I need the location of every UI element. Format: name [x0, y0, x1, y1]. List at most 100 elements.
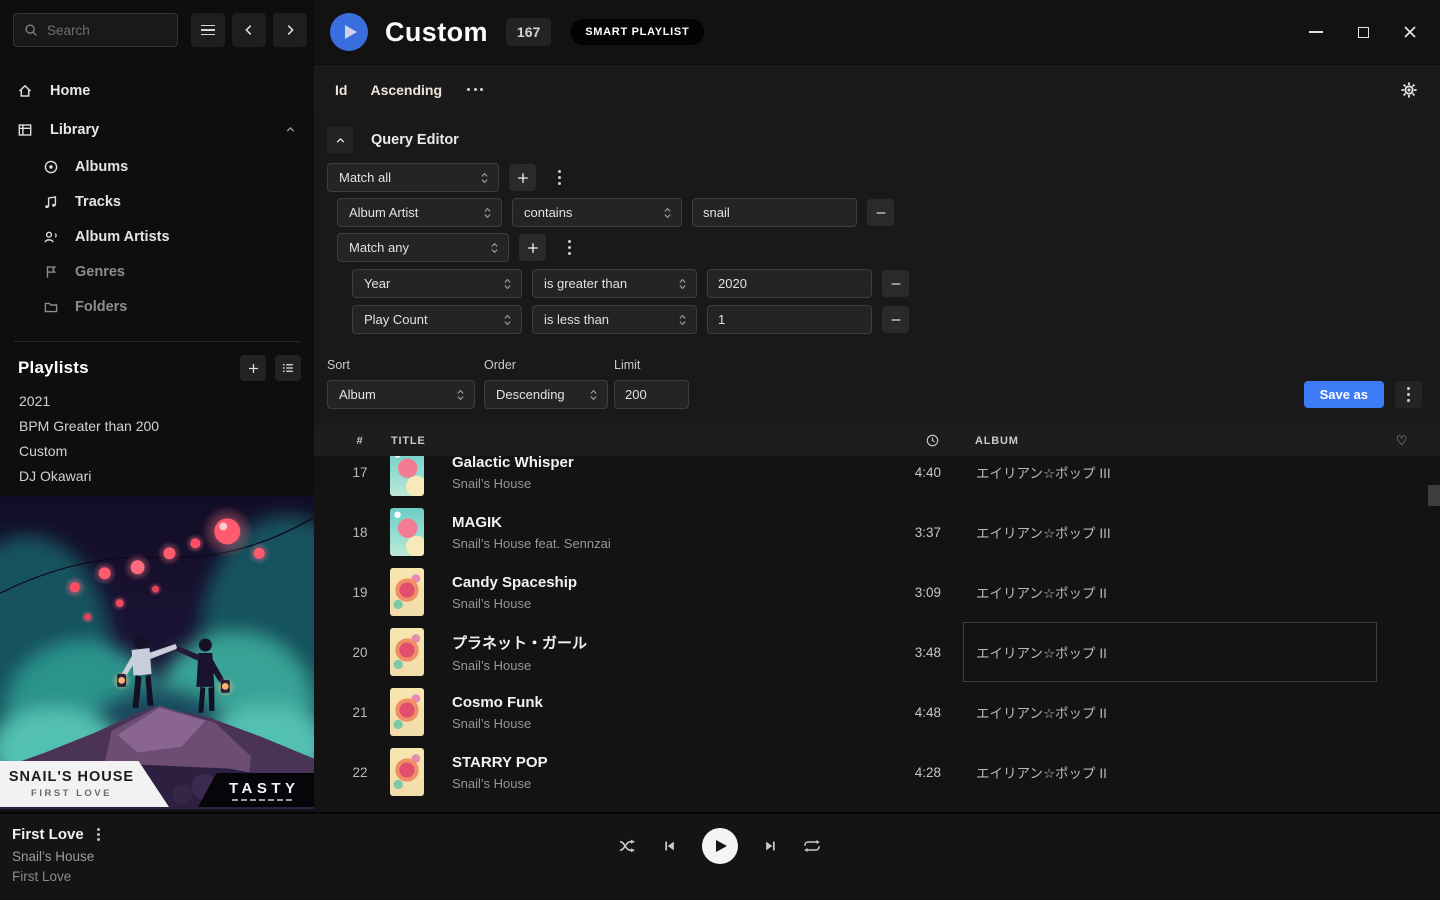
sidebar-item-home[interactable]: Home: [0, 71, 314, 110]
sidebar-item-genres[interactable]: Genres: [0, 254, 314, 289]
next-track-button[interactable]: [763, 839, 778, 853]
track-title: Galactic Whisper: [452, 456, 877, 471]
flag-icon: [43, 264, 59, 280]
updown-icon: [663, 206, 672, 220]
rule-operator-select[interactable]: is less than: [532, 305, 697, 334]
rule-field-select[interactable]: Play Count: [352, 305, 522, 334]
order-label: Order: [484, 358, 614, 372]
sidebar-item-library[interactable]: Library: [0, 110, 314, 149]
play-icon: [716, 840, 727, 852]
settings-button[interactable]: [1400, 81, 1418, 99]
track-album[interactable]: エイリアン☆ポップ II: [963, 562, 1377, 622]
add-rule-button[interactable]: [519, 234, 546, 261]
play-playlist-button[interactable]: [330, 13, 368, 51]
menu-button[interactable]: [191, 13, 225, 47]
scrollbar-thumb[interactable]: [1428, 485, 1440, 506]
order-select[interactable]: Descending: [484, 380, 608, 409]
track-duration: 3:37: [915, 525, 941, 540]
column-number[interactable]: #: [338, 435, 382, 447]
repeat-button[interactable]: [803, 839, 821, 853]
play-pause-button[interactable]: [702, 828, 738, 864]
playlist-item[interactable]: DJ Okawari: [0, 464, 314, 489]
rule-field-select[interactable]: Album Artist: [337, 198, 502, 227]
remove-rule-button[interactable]: [882, 270, 909, 297]
search-box[interactable]: [13, 13, 178, 47]
save-as-button[interactable]: Save as: [1304, 381, 1384, 408]
track-count-badge: 167: [506, 18, 551, 46]
rule-value-input[interactable]: [707, 305, 872, 334]
now-playing-album: First Love: [12, 869, 100, 884]
group-options-button[interactable]: [546, 164, 573, 191]
column-duration[interactable]: [926, 434, 939, 447]
sort-direction-button[interactable]: Ascending: [370, 82, 442, 98]
limit-input[interactable]: [614, 380, 689, 409]
limit-label: Limit: [614, 358, 640, 372]
add-rule-button[interactable]: [509, 164, 536, 191]
track-album-focused[interactable]: エイリアン☆ポップ II: [963, 622, 1377, 682]
track-row[interactable]: 17 Galactic WhisperSnail’s House 4:40 エイ…: [314, 456, 1440, 502]
track-row[interactable]: 21 Cosmo FunkSnail’s House 4:48 エイリアン☆ポッ…: [314, 682, 1440, 742]
updown-icon: [503, 277, 512, 291]
rule-operator-select[interactable]: contains: [512, 198, 682, 227]
forward-button[interactable]: [273, 13, 307, 47]
column-title[interactable]: TITLE: [382, 435, 877, 447]
smart-playlist-badge: SMART PLAYLIST: [570, 19, 704, 45]
previous-track-button[interactable]: [662, 839, 677, 853]
sidebar-item-tracks[interactable]: Tracks: [0, 184, 314, 219]
app-window: Home Library Albums Tracks Album Artists…: [0, 0, 1440, 900]
window-minimize-button[interactable]: [1308, 24, 1324, 40]
sidebar-item-albums[interactable]: Albums: [0, 149, 314, 184]
track-options-button[interactable]: [97, 833, 100, 836]
column-favorite[interactable]: ♡: [1396, 433, 1408, 449]
rule-field-select[interactable]: Year: [352, 269, 522, 298]
sidebar-item-label: Folders: [75, 299, 127, 315]
track-title: Candy Spaceship: [452, 574, 877, 591]
rule-operator-select[interactable]: is greater than: [532, 269, 697, 298]
updown-icon: [456, 388, 465, 402]
skip-next-icon: [763, 839, 778, 853]
track-row[interactable]: 22 STARRY POPSnail’s House 4:28 エイリアン☆ポッ…: [314, 742, 1440, 802]
play-icon: [345, 25, 357, 39]
add-playlist-button[interactable]: [240, 355, 266, 381]
group-options-button[interactable]: [556, 234, 583, 261]
track-duration: 3:48: [915, 645, 941, 660]
column-album[interactable]: ALBUM: [963, 435, 1377, 447]
window-maximize-button[interactable]: [1355, 24, 1371, 40]
collapse-query-editor-button[interactable]: [327, 127, 353, 153]
track-album[interactable]: エイリアン☆ポップ II: [963, 742, 1377, 802]
chevron-up-icon: [334, 134, 347, 147]
disc-icon: [43, 159, 59, 175]
album-banner-title: FIRST LOVE: [31, 788, 112, 799]
more-options-button[interactable]: [467, 88, 483, 91]
shuffle-button[interactable]: [619, 839, 637, 853]
match-mode-select[interactable]: Match all: [327, 163, 499, 192]
plus-icon: [247, 362, 260, 375]
hamburger-icon: [201, 25, 215, 35]
track-album[interactable]: エイリアン☆ポップ III: [963, 502, 1377, 562]
track-row[interactable]: 18 MAGIKSnail’s House feat. Sennzai 3:37…: [314, 502, 1440, 562]
remove-rule-button[interactable]: [867, 199, 894, 226]
track-row[interactable]: 19 Candy SpaceshipSnail’s House 3:09 エイリ…: [314, 562, 1440, 622]
playlist-item[interactable]: BPM Greater than 200: [0, 414, 314, 439]
remove-rule-button[interactable]: [882, 306, 909, 333]
playlist-item[interactable]: 2021: [0, 389, 314, 414]
playlist-item[interactable]: Custom: [0, 439, 314, 464]
rule-value-input[interactable]: [707, 269, 872, 298]
window-close-button[interactable]: [1402, 24, 1418, 40]
track-album[interactable]: エイリアン☆ポップ II: [963, 682, 1377, 742]
track-album[interactable]: エイリアン☆ポップ III: [963, 456, 1377, 502]
playlist-view-button[interactable]: [275, 355, 301, 381]
match-mode-select[interactable]: Match any: [337, 233, 509, 262]
search-input[interactable]: [47, 23, 167, 38]
folder-icon: [43, 299, 59, 315]
rule-value-input[interactable]: [692, 198, 857, 227]
track-row[interactable]: 20 プラネット・ガールSnail’s House 3:48 エイリアン☆ポップ…: [314, 622, 1440, 682]
save-options-button[interactable]: [1395, 381, 1422, 408]
sort-field-button[interactable]: Id: [335, 82, 347, 98]
sidebar-item-folders[interactable]: Folders: [0, 289, 314, 324]
back-button[interactable]: [232, 13, 266, 47]
updown-icon: [589, 388, 598, 402]
sort-select[interactable]: Album: [327, 380, 475, 409]
sidebar-item-album-artists[interactable]: Album Artists: [0, 219, 314, 254]
album-thumbnail: [390, 508, 424, 556]
